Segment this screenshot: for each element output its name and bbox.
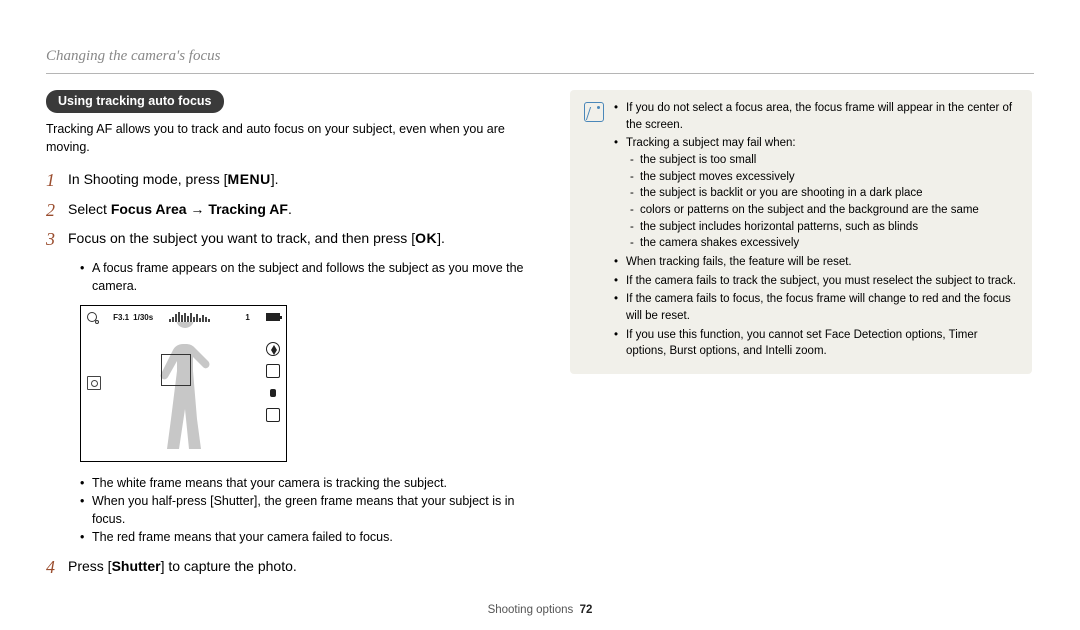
metering-icon [266, 364, 280, 378]
frame-meaning-list: The white frame means that your camera i… [80, 474, 544, 547]
lcd-illustration: F3.1 1/30s 1 [80, 305, 287, 462]
note-item: Tracking a subject may fail when: the su… [614, 135, 1018, 252]
frame-white: The white frame means that your camera i… [80, 474, 544, 492]
step-number: 4 [46, 557, 68, 579]
note-item: When tracking fails, the feature will be… [614, 254, 1018, 271]
step-text: Select Focus Area → Tracking AF. [68, 200, 292, 220]
note-item: If the camera fails to focus, the focus … [614, 291, 1018, 324]
frame-green: When you half-press [Shutter], the green… [80, 492, 544, 528]
menu-button-label: MENU [228, 171, 271, 187]
step-1: 1 In Shooting mode, press [MENU]. [46, 170, 544, 192]
note-subitem: the subject is backlit or you are shooti… [630, 185, 1018, 202]
lcd-fnumber: F3.1 [113, 313, 129, 322]
note-icon [584, 102, 604, 122]
step-number: 2 [46, 200, 68, 222]
note-item: If you do not select a focus area, the f… [614, 100, 1018, 133]
frame-red: The red frame means that your camera fai… [80, 528, 544, 546]
step-3: 3 Focus on the subject you want to track… [46, 229, 544, 251]
note-box: If you do not select a focus area, the f… [570, 90, 1032, 374]
footer-page-number: 72 [580, 604, 593, 616]
subnote-item: A focus frame appears on the subject and… [80, 259, 544, 295]
note-item: If the camera fails to track the subject… [614, 273, 1018, 290]
step-list: 1 In Shooting mode, press [MENU]. 2 Sele… [46, 170, 544, 251]
step-text: Press [Shutter] to capture the photo. [68, 557, 297, 577]
note-list: If you do not select a focus area, the f… [614, 100, 1018, 362]
two-column-layout: Using tracking auto focus Tracking AF al… [46, 90, 1034, 586]
note-item: If you use this function, you cannot set… [614, 327, 1018, 360]
mode-icon [266, 408, 280, 422]
focus-mode-icon [87, 376, 101, 390]
lcd-top-bar: F3.1 1/30s 1 [87, 312, 280, 322]
note-subitem: the subject moves excessively [630, 169, 1018, 186]
footer-section: Shooting options [488, 604, 574, 616]
step-text: In Shooting mode, press [MENU]. [68, 170, 279, 190]
lcd-histogram-icon [169, 312, 229, 322]
step3-subnote: A focus frame appears on the subject and… [80, 259, 544, 295]
lcd-shutter: 1/30s [133, 313, 153, 322]
step-number: 3 [46, 229, 68, 251]
lens-icon [87, 312, 97, 322]
step-list-cont: 4 Press [Shutter] to capture the photo. [46, 557, 544, 579]
note-subitem: the camera shakes excessively [630, 235, 1018, 252]
battery-icon [266, 313, 280, 321]
column-right: If you do not select a focus area, the f… [570, 90, 1032, 586]
section-heading-pill: Using tracking auto focus [46, 90, 224, 113]
note-sublist: the subject is too small the subject mov… [630, 152, 1018, 252]
step-4: 4 Press [Shutter] to capture the photo. [46, 557, 544, 579]
lcd-right-icons [266, 342, 280, 422]
ok-button-label: OK [415, 230, 437, 246]
note-subitem: the subject is too small [630, 152, 1018, 169]
page-footer: Shooting options 72 [0, 604, 1080, 616]
person-silhouette-icon [153, 322, 233, 454]
step-2: 2 Select Focus Area → Tracking AF. [46, 200, 544, 222]
step-number: 1 [46, 170, 68, 192]
flash-icon [266, 342, 280, 356]
step-text: Focus on the subject you want to track, … [68, 229, 445, 249]
note-subitem: the subject includes horizontal patterns… [630, 219, 1018, 236]
header-rule [46, 73, 1034, 74]
note-subitem: colors or patterns on the subject and th… [630, 202, 1018, 219]
column-left: Using tracking auto focus Tracking AF al… [46, 90, 544, 586]
lcd-count: 1 [245, 313, 249, 322]
stabilizer-icon [266, 386, 280, 400]
section-intro: Tracking AF allows you to track and auto… [46, 121, 544, 156]
page-header: Changing the camera's focus [46, 48, 1034, 65]
focus-frame-icon [161, 354, 191, 386]
